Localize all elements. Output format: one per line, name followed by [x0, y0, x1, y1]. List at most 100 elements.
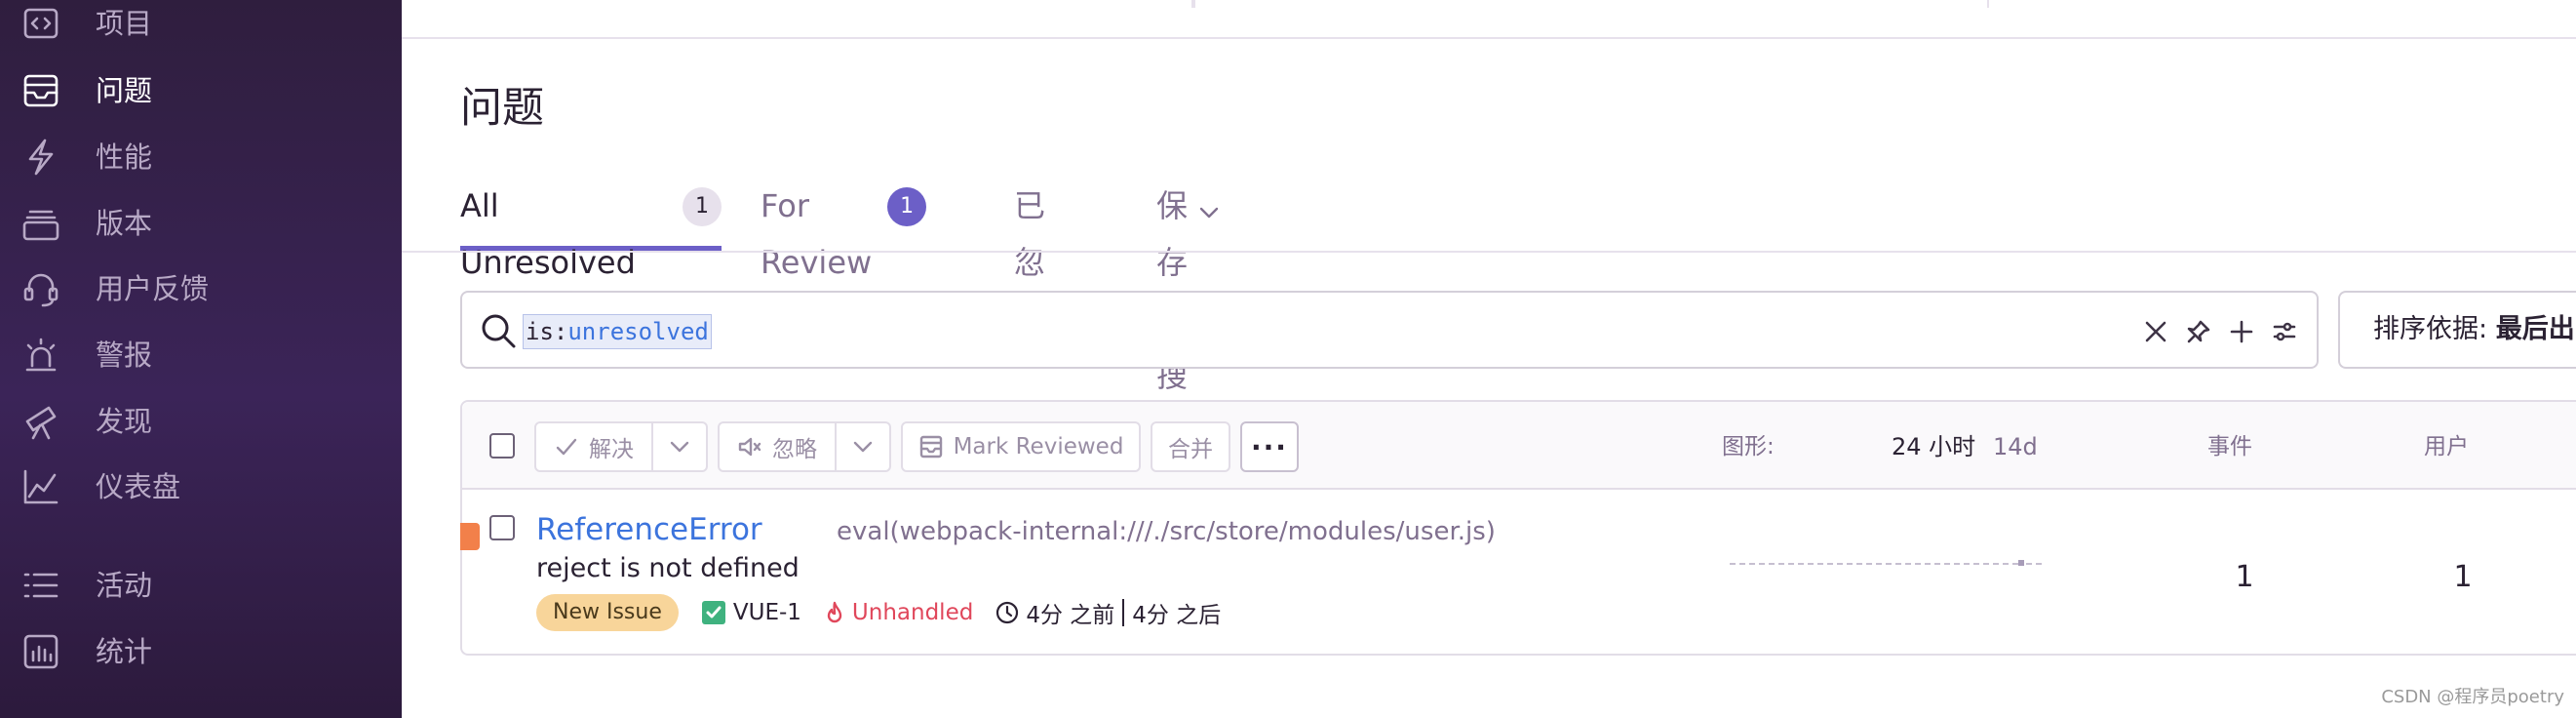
project-icon: [21, 4, 60, 43]
more-actions-button[interactable]: ···: [1240, 421, 1299, 472]
save-search-button[interactable]: [2229, 312, 2254, 351]
vue-project-icon: [701, 601, 725, 624]
sidebar-item-releases[interactable]: 版本: [0, 194, 402, 253]
ignore-button[interactable]: 忽略: [718, 421, 837, 472]
sidebar-item-activity[interactable]: 活动: [0, 556, 402, 615]
events-column-header: 事件: [2207, 434, 2252, 459]
fire-icon: [827, 601, 842, 623]
sidebar-item-label: 用户反馈: [96, 272, 210, 305]
project-link[interactable]: VUE-1: [701, 600, 801, 625]
events-count: 1: [2235, 560, 2254, 594]
issue-message: reject is not defined: [536, 553, 800, 583]
page-title: 问题: [460, 84, 544, 133]
new-issue-badge: New Issue: [536, 594, 679, 631]
sidebar-item-issues[interactable]: 问题: [0, 61, 402, 120]
query-value: unresolved: [567, 318, 709, 345]
issue-checkbox[interactable]: [489, 515, 515, 540]
mark-reviewed-label: Mark Reviewed: [953, 434, 1124, 459]
sort-value: 最后出: [2495, 314, 2575, 344]
siren-icon: [21, 336, 60, 375]
headset-icon: [21, 269, 60, 308]
select-all-checkbox[interactable]: [489, 433, 515, 459]
divider: [1987, 0, 1989, 8]
list-icon: [21, 566, 60, 605]
search-actions: [2143, 312, 2297, 351]
ignore-dropdown-button[interactable]: [837, 421, 891, 472]
bar-stats-icon: [21, 632, 60, 671]
mute-icon: [738, 437, 761, 457]
tabs-divider: [402, 251, 2576, 253]
sidebar: 项目 问题 性能 版本 用户反馈 警报 发现 仪表盘 活动 统计: [0, 0, 402, 718]
issue-row[interactable]: ReferenceError eval(webpack-internal:///…: [460, 490, 2576, 654]
tab-for-review[interactable]: For Review 1: [761, 178, 927, 281]
sidebar-item-alerts[interactable]: 警报: [0, 326, 402, 384]
clear-search-button[interactable]: [2143, 312, 2168, 351]
pin-search-button[interactable]: [2186, 312, 2211, 351]
search-settings-button[interactable]: [2272, 312, 2297, 351]
pin-icon: [2187, 320, 2210, 343]
level-indicator: [460, 523, 480, 550]
issues-icon: [21, 71, 60, 110]
sidebar-item-label: 统计: [96, 635, 153, 668]
issue-times: 4分 之前 4分 之后: [995, 596, 1221, 629]
issue-sparkline: [1730, 560, 2042, 566]
divider: [1193, 0, 1195, 8]
sort-label: 排序依据:: [2373, 314, 2488, 344]
resolve-dropdown-button[interactable]: [653, 421, 708, 472]
tab-label: For Review: [761, 187, 873, 281]
sidebar-item-projects[interactable]: 项目: [0, 0, 402, 53]
ignore-label: 忽略: [772, 437, 817, 462]
chevron-down-icon: [670, 441, 689, 453]
search-bar[interactable]: is:unresolved: [460, 291, 2319, 369]
sidebar-item-performance[interactable]: 性能: [0, 128, 402, 186]
resolve-button[interactable]: 解决: [534, 421, 653, 472]
search-icon: [478, 310, 519, 351]
sidebar-item-label: 性能: [96, 140, 153, 174]
issue-title-link[interactable]: ReferenceError: [536, 509, 762, 550]
mark-reviewed-button[interactable]: Mark Reviewed: [901, 421, 1141, 472]
period-24h-toggle[interactable]: 24 小时: [1892, 431, 1975, 462]
inbox-icon: [919, 435, 942, 459]
issue-meta: New Issue VUE-1 Unhandled 4分 之前 4分 之后: [536, 593, 1221, 632]
tab-count-badge: 1: [683, 187, 722, 226]
top-header-strip: [402, 0, 2576, 39]
search-query[interactable]: is:unresolved: [523, 314, 712, 349]
telescope-icon: [21, 402, 60, 441]
chevron-down-icon: [853, 441, 873, 453]
period-14d-toggle[interactable]: 14d: [1993, 431, 2038, 462]
close-icon: [2145, 321, 2166, 342]
chevron-down-icon: [1197, 195, 1221, 232]
tab-all-unresolved[interactable]: All Unresolved 1: [460, 178, 722, 281]
resolve-label: 解决: [589, 437, 634, 462]
tab-saved-searches[interactable]: 保存的搜索: [1156, 178, 1221, 451]
sidebar-item-dashboards[interactable]: 仪表盘: [0, 458, 402, 516]
issue-location: eval(webpack-internal:///./src/store/mod…: [837, 517, 1496, 546]
unhandled-tag: Unhandled: [823, 600, 973, 625]
sidebar-item-label: 版本: [96, 207, 153, 240]
sidebar-item-discover[interactable]: 发现: [0, 392, 402, 451]
graph-label: 图形:: [1722, 434, 1775, 459]
plus-icon: [2230, 320, 2253, 343]
sidebar-item-feedback[interactable]: 用户反馈: [0, 259, 402, 318]
watermark: CSDN @程序员poetry: [2381, 687, 2564, 707]
unhandled-label: Unhandled: [851, 600, 974, 625]
divider: [1122, 599, 1125, 626]
users-column-header: 用户: [2424, 434, 2469, 459]
clock-icon: [996, 601, 1019, 624]
merge-button[interactable]: 合并: [1151, 421, 1230, 472]
last-seen: 4分 之后: [1132, 603, 1222, 628]
sort-dropdown[interactable]: 排序依据: 最后出: [2338, 291, 2576, 369]
releases-icon: [21, 204, 60, 243]
first-seen: 4分 之前: [1026, 603, 1115, 628]
users-count: 1: [2453, 560, 2473, 594]
sidebar-item-label: 活动: [96, 569, 153, 602]
tab-count-badge: 1: [887, 187, 927, 226]
sidebar-item-label: 问题: [96, 74, 153, 107]
sidebar-item-label: 发现: [96, 405, 153, 438]
sidebar-item-stats[interactable]: 统计: [0, 622, 402, 681]
tab-ignored[interactable]: 已忽略: [1014, 178, 1045, 338]
issue-list-header: 解决 忽略 Mark Reviewed 合并 ··· 图形: 24 小时 14d…: [462, 402, 2576, 490]
chart-line-icon: [21, 467, 60, 506]
merge-label: 合并: [1168, 437, 1213, 462]
sidebar-item-label: 仪表盘: [96, 470, 181, 503]
